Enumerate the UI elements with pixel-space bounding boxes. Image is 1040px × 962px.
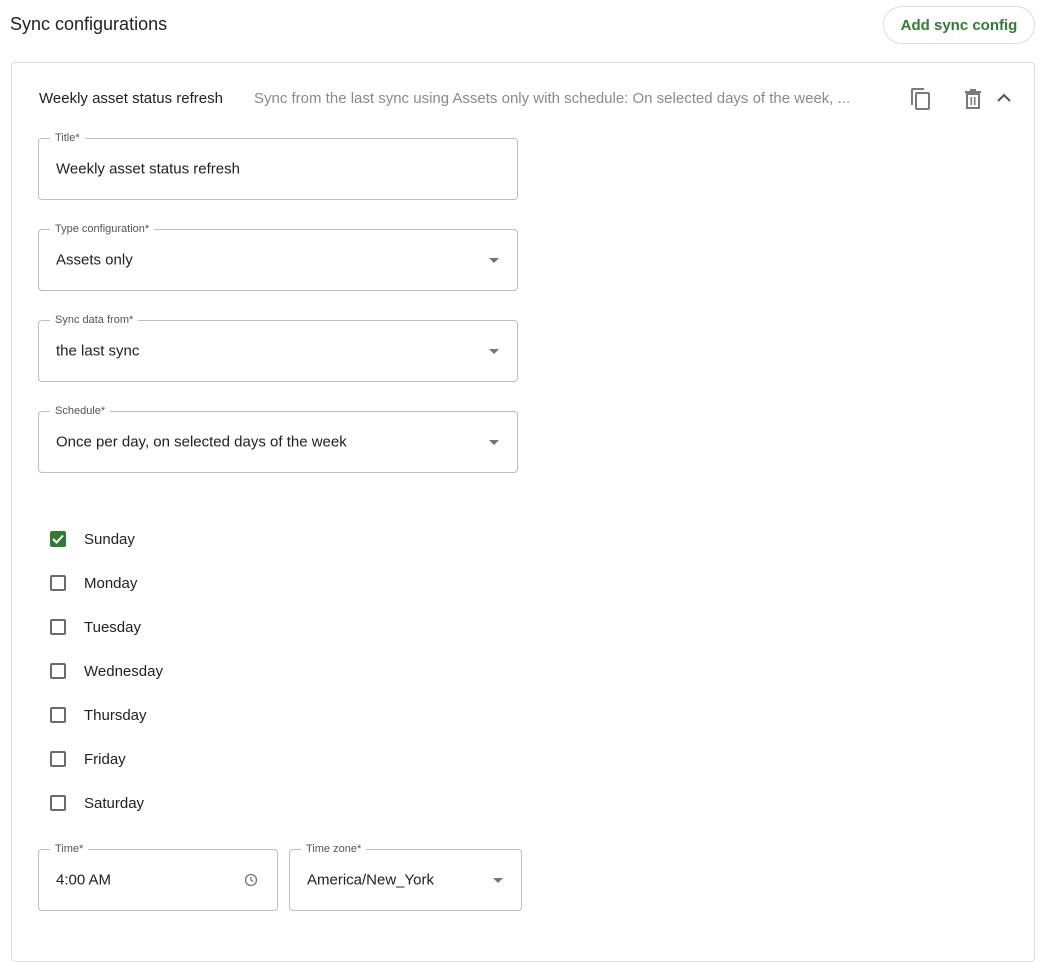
schedule-label: Schedule* [50, 404, 111, 418]
config-header-title: Weekly asset status refresh [39, 90, 223, 107]
checkbox-unchecked-icon[interactable] [50, 751, 66, 767]
dropdown-arrow-icon[interactable] [493, 878, 503, 883]
dropdown-arrow-icon[interactable] [489, 349, 499, 354]
day-checkbox-wednesday[interactable]: Wednesday [50, 661, 163, 681]
day-label: Wednesday [84, 662, 163, 680]
checkbox-unchecked-icon[interactable] [50, 575, 66, 591]
type-configuration-value: Assets only [56, 251, 133, 269]
page-title: Sync configurations [10, 14, 168, 34]
title-field[interactable]: Title* Weekly asset status refresh [38, 131, 518, 200]
schedule-select[interactable]: Schedule* Once per day, on selected days… [38, 404, 518, 473]
checkbox-checked-icon[interactable] [50, 531, 66, 547]
sync-data-from-value: the last sync [56, 342, 140, 360]
day-label: Tuesday [84, 618, 141, 636]
day-label: Saturday [84, 794, 145, 812]
sync-data-from-label: Sync data from* [50, 313, 139, 327]
day-label: Friday [84, 750, 126, 768]
time-zone-label: Time zone* [301, 842, 367, 856]
day-checkbox-saturday[interactable]: Saturday [50, 793, 144, 813]
day-label: Thursday [84, 706, 147, 724]
config-header-summary: Sync from the last sync using Assets onl… [254, 90, 851, 107]
day-checkbox-friday[interactable]: Friday [50, 749, 126, 769]
checkbox-unchecked-icon[interactable] [50, 619, 66, 635]
title-input[interactable]: Weekly asset status refresh [56, 161, 240, 178]
schedule-value: Once per day, on selected days of the we… [56, 433, 347, 451]
chevron-up-icon[interactable] [997, 90, 1011, 108]
day-checkbox-thursday[interactable]: Thursday [50, 705, 147, 725]
day-label: Monday [84, 574, 138, 592]
time-input[interactable]: 4:00 AM [56, 872, 111, 889]
checkbox-unchecked-icon[interactable] [50, 707, 66, 723]
time-field[interactable]: Time* 4:00 AM [38, 842, 278, 911]
clock-icon[interactable] [244, 873, 258, 892]
checkbox-unchecked-icon[interactable] [50, 795, 66, 811]
type-configuration-select[interactable]: Type configuration* Assets only [38, 222, 518, 291]
time-zone-value: America/New_York [307, 871, 434, 889]
copy-icon[interactable] [910, 87, 932, 116]
checkbox-unchecked-icon[interactable] [50, 663, 66, 679]
dropdown-arrow-icon[interactable] [489, 258, 499, 263]
add-sync-config-button[interactable]: Add sync config [883, 6, 1035, 44]
dropdown-arrow-icon[interactable] [489, 440, 499, 445]
time-label: Time* [50, 842, 89, 856]
trash-icon[interactable] [964, 88, 982, 115]
day-checkbox-tuesday[interactable]: Tuesday [50, 617, 141, 637]
sync-data-from-select[interactable]: Sync data from* the last sync [38, 313, 518, 382]
day-checkbox-monday[interactable]: Monday [50, 573, 137, 593]
day-checkbox-sunday[interactable]: Sunday [50, 529, 135, 549]
title-field-label: Title* [50, 131, 85, 145]
day-label: Sunday [84, 530, 135, 548]
time-zone-select[interactable]: Time zone* America/New_York [289, 842, 522, 911]
type-configuration-label: Type configuration* [50, 222, 155, 236]
